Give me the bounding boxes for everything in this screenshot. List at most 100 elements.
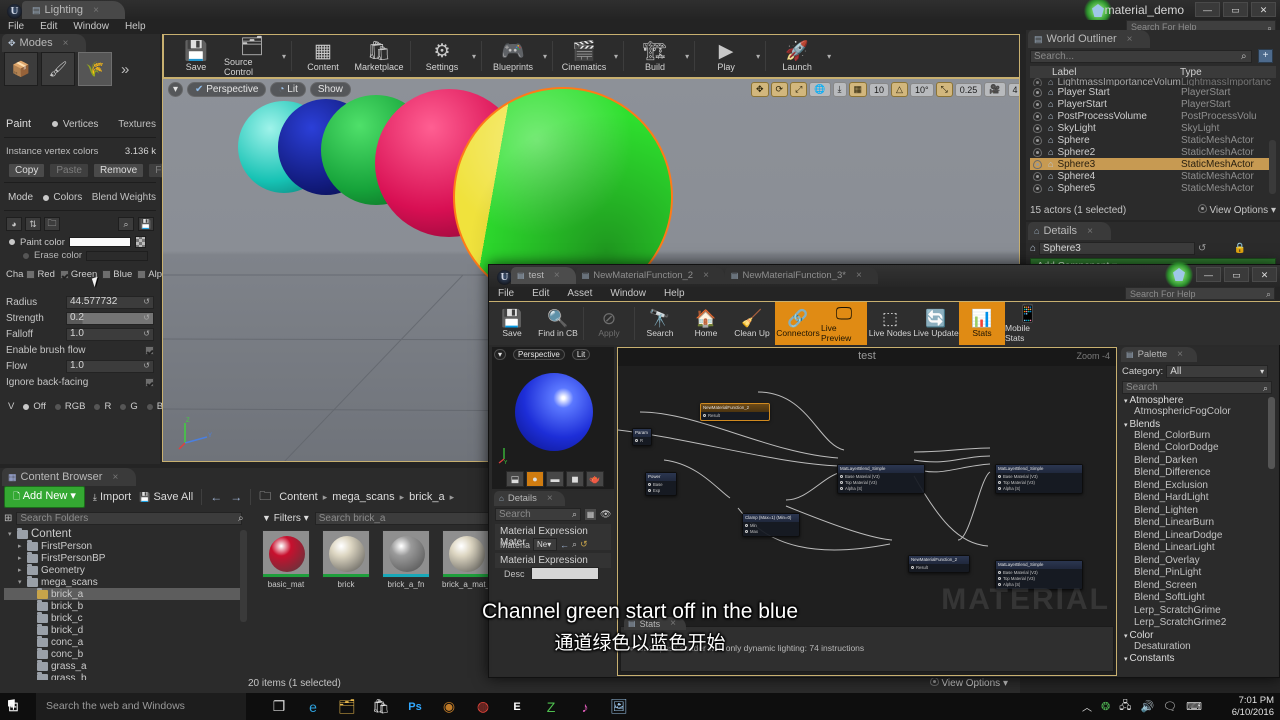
world-outliner-tab[interactable]: ▤ World Outliner ×: [1028, 30, 1151, 48]
material-details-search-input[interactable]: Search: [495, 508, 581, 521]
radio[interactable]: [53, 402, 62, 411]
palette-scrollbar[interactable]: [1268, 397, 1275, 469]
outliner-row[interactable]: ⌂ Sphere5 StaticMeshActor: [1030, 182, 1276, 194]
palette-category-Blends[interactable]: ▾ Blends: [1121, 419, 1271, 430]
scale-mode-icon[interactable]: ⤢: [790, 82, 808, 97]
folder-expand-icon[interactable]: ▸: [18, 566, 24, 574]
prop-checkbox[interactable]: [145, 345, 154, 355]
chevron-up-icon[interactable]: ︿: [1082, 699, 1092, 714]
viewport-options-icon[interactable]: ▾: [168, 82, 184, 97]
plane-icon[interactable]: ▬: [546, 471, 564, 487]
toolbar-content-button[interactable]: ▦ Content: [295, 35, 351, 77]
paint-color-radio[interactable]: [8, 238, 16, 246]
graph-node[interactable]: MatLayerBlend_Simple Base Material (V3) To…: [995, 464, 1083, 494]
palette-category-Atmosphere[interactable]: ▾ Atmosphere: [1121, 395, 1271, 406]
graph-node-pin[interactable]: Exp: [648, 488, 674, 494]
outliner-row[interactable]: ⌂ Sphere2 StaticMeshActor: [1030, 146, 1276, 158]
forward-icon[interactable]: →: [230, 490, 242, 504]
graph-node-pin[interactable]: Alpha (S): [840, 486, 922, 492]
graph-node[interactable]: NewMaterialFunction_2 Result: [700, 403, 770, 421]
action-center-icon[interactable]: 🗨: [1163, 700, 1177, 713]
world-space-icon[interactable]: 🌐: [809, 82, 831, 97]
close-icon[interactable]: ×: [112, 472, 118, 483]
material-toolbar-live-update-button[interactable]: 🔄 Live Update: [913, 302, 959, 345]
material-field-value[interactable]: Ne ▾: [533, 538, 558, 551]
add-new-button[interactable]: 🗋 Add New ▾: [4, 486, 85, 508]
graph-node[interactable]: Clamp (Max=1) (Min=0) Min Max: [742, 513, 800, 537]
view-mode-rgb[interactable]: RGB: [53, 401, 85, 412]
eye-icon[interactable]: [1033, 78, 1042, 86]
reset-icon[interactable]: ↺: [143, 312, 150, 324]
paint-color-swatch[interactable]: [68, 237, 131, 247]
outliner-scrollbar[interactable]: [1269, 140, 1276, 194]
preview-lit-button[interactable]: Lit: [571, 349, 591, 360]
palette-item[interactable]: Blend_LinearDodge: [1121, 530, 1271, 543]
reset-icon[interactable]: ↺: [143, 296, 150, 308]
material-menu-help[interactable]: Help: [655, 287, 694, 301]
reset-icon[interactable]: ↺: [1198, 243, 1206, 254]
material-menu-edit[interactable]: Edit: [523, 287, 558, 301]
folder-item-grass_a[interactable]: grass_a: [4, 659, 244, 672]
erase-color-radio[interactable]: [22, 251, 30, 260]
minimize-button[interactable]: —: [1195, 2, 1220, 17]
palette-item[interactable]: Blend_Lighten: [1121, 505, 1271, 518]
toolbar-settings-button[interactable]: ⚙ Settings: [414, 35, 470, 77]
rotate-mode-icon[interactable]: ⟳: [770, 82, 789, 97]
toolbar-save-button[interactable]: 💾 Save: [168, 35, 224, 77]
substance-icon[interactable]: ◉: [432, 693, 466, 720]
palette-item[interactable]: Blend_Screen: [1121, 580, 1271, 593]
vertex-color-copy-button[interactable]: Copy: [8, 163, 46, 178]
modes-tab[interactable]: ✥ Modes ×: [2, 34, 87, 52]
pin-dot[interactable]: [998, 475, 1001, 478]
outliner-row[interactable]: ⌂ Sphere StaticMeshActor: [1030, 134, 1276, 146]
filter-tree-icon[interactable]: ⊞: [4, 513, 12, 524]
preview-options-icon[interactable]: ▾: [494, 349, 507, 360]
graph-node-pin[interactable]: Result: [703, 413, 767, 419]
graph-node[interactable]: NewMaterialFunction_2 Result: [908, 555, 970, 573]
graph-node[interactable]: Power Base Exp: [645, 472, 677, 496]
color-picker-icon[interactable]: [134, 236, 146, 248]
toolbar-build-button[interactable]: 🏗 Build: [627, 35, 683, 77]
paint-brush-icon[interactable]: 🖌: [41, 52, 75, 86]
surface-snap-icon[interactable]: ⤓: [832, 82, 847, 97]
find-icon[interactable]: ⌕: [118, 217, 134, 231]
scale-snap-toggle[interactable]: ⤡: [935, 82, 953, 97]
outliner-row[interactable]: ⌂ PlayerStart PlayerStart: [1030, 98, 1276, 110]
palette-item[interactable]: AtmosphericFogColor: [1121, 406, 1271, 419]
palette-search-input[interactable]: Search ⌕: [1122, 381, 1272, 394]
cylinder-icon[interactable]: ⬓: [506, 471, 524, 487]
project-tab[interactable]: ▤ Lighting ×: [22, 0, 125, 20]
outliner-row[interactable]: ⌂ Sphere4 StaticMeshActor: [1030, 170, 1276, 182]
close-icon[interactable]: ×: [856, 270, 862, 281]
palette-item[interactable]: Blend_Difference: [1121, 467, 1271, 480]
viewport-perspective-button[interactable]: ✔ Perspective: [187, 82, 267, 97]
edge-icon[interactable]: e: [296, 693, 330, 720]
radio[interactable]: [93, 402, 102, 411]
taskbar-search-input[interactable]: Search the web and Windows: [36, 693, 246, 720]
reset-icon[interactable]: ↺: [143, 360, 150, 372]
outliner-search-input[interactable]: Search...: [1030, 50, 1252, 63]
view-mode-r[interactable]: R: [93, 401, 111, 412]
folder-item-brick_a[interactable]: brick_a: [4, 587, 244, 600]
breadcrumb-brick_a[interactable]: brick_a: [409, 491, 444, 503]
palette-item[interactable]: Blend_Exclusion: [1121, 480, 1271, 493]
folder-item-Geometry[interactable]: ▸ Geometry: [4, 563, 244, 576]
material-toolbar-home-button[interactable]: 🏠 Home: [683, 302, 729, 345]
reset-icon[interactable]: ↺: [143, 328, 150, 340]
pin-dot[interactable]: [840, 481, 843, 484]
translate-mode-icon[interactable]: ✥: [751, 82, 769, 97]
maximize-button[interactable]: ▭: [1224, 267, 1249, 282]
material-toolbar-clean-up-button[interactable]: 🧹 Clean Up: [729, 302, 775, 345]
volume-icon[interactable]: 🔊: [1140, 700, 1154, 713]
path-folder-icon[interactable]: 🗀: [259, 487, 271, 508]
checkbox[interactable]: [26, 270, 36, 279]
more-modes-icon[interactable]: »: [121, 61, 129, 78]
desc-input[interactable]: [530, 567, 599, 580]
prop-input[interactable]: 1.0 ↺: [66, 359, 154, 373]
grid-snap-value[interactable]: 10: [869, 82, 890, 97]
pin-dot[interactable]: [703, 414, 706, 417]
channel-blue[interactable]: Blue: [102, 269, 132, 280]
close-icon[interactable]: ×: [554, 270, 560, 281]
toolbar-dropdown-icon[interactable]: ▾: [685, 52, 689, 61]
import-tga-icon[interactable]: 🗀: [44, 217, 60, 231]
